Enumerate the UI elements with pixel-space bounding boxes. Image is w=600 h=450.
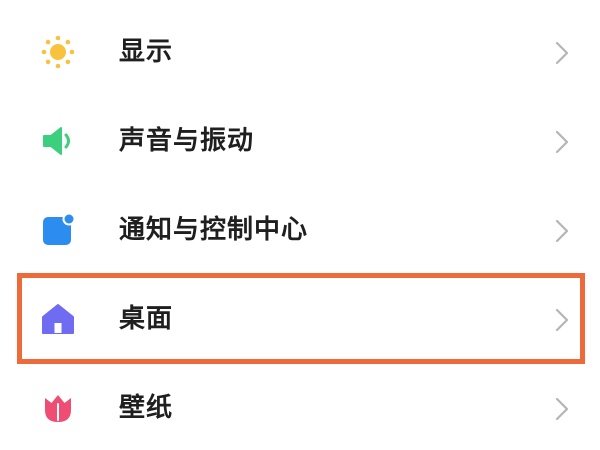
settings-item-display[interactable]: 显示 bbox=[0, 4, 600, 94]
chevron-right-icon bbox=[552, 396, 572, 422]
settings-item-home-screen[interactable]: 桌面 bbox=[0, 271, 600, 361]
settings-item-label: 桌面 bbox=[119, 304, 174, 334]
sun-icon bbox=[40, 34, 76, 70]
chevron-right-icon bbox=[552, 218, 572, 244]
chevron-right-icon bbox=[552, 307, 572, 333]
chevron-right-icon bbox=[552, 129, 572, 155]
tulip-icon bbox=[40, 390, 76, 426]
settings-item-wallpaper[interactable]: 壁纸 bbox=[0, 360, 600, 450]
settings-item-label: 通知与控制中心 bbox=[119, 215, 309, 245]
home-icon bbox=[40, 301, 76, 337]
speaker-icon bbox=[40, 123, 76, 159]
notification-icon bbox=[40, 212, 76, 248]
settings-item-notification-control-center[interactable]: 通知与控制中心 bbox=[0, 182, 600, 272]
settings-item-label: 声音与振动 bbox=[119, 126, 255, 156]
settings-item-label: 壁纸 bbox=[119, 393, 174, 423]
settings-list: 显示 声音与振动 通知与控制中心 桌面 壁纸 bbox=[0, 0, 600, 450]
chevron-right-icon bbox=[552, 40, 572, 66]
settings-item-sound-vibration[interactable]: 声音与振动 bbox=[0, 93, 600, 183]
settings-item-label: 显示 bbox=[119, 37, 174, 67]
